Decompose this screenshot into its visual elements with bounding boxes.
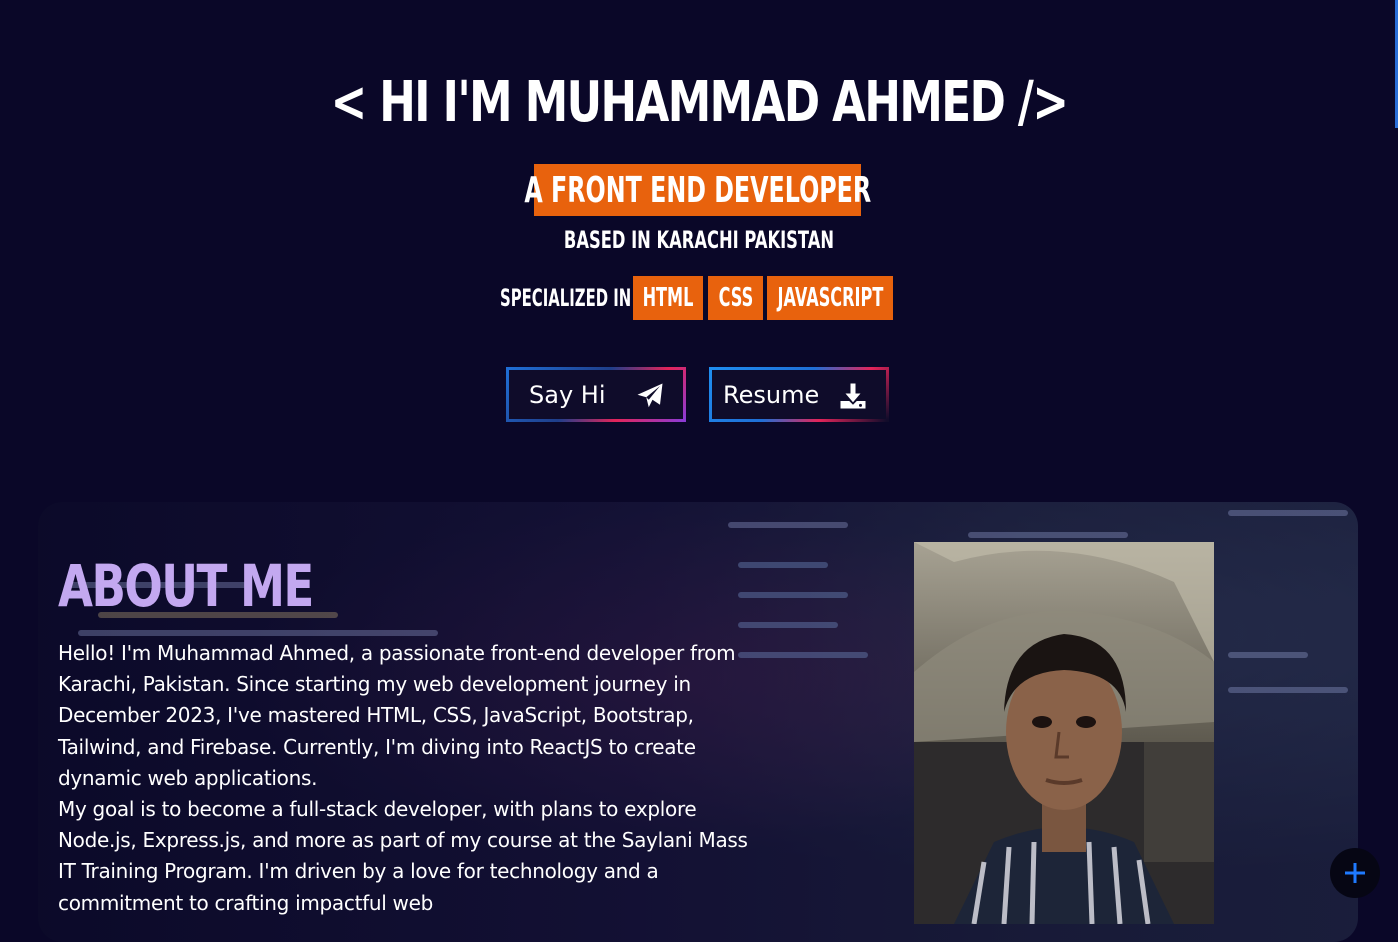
plus-icon	[1345, 863, 1365, 883]
role-badge: A FRONT END DEVELOPER	[524, 164, 871, 216]
say-hi-label: Say Hi	[529, 380, 606, 409]
download-icon	[840, 383, 866, 409]
resume-button[interactable]: Resume	[709, 367, 889, 422]
profile-photo	[914, 542, 1214, 924]
say-hi-button[interactable]: Say Hi	[506, 367, 686, 422]
background-code-line	[738, 622, 838, 628]
background-code-line	[738, 562, 828, 568]
hero-title: < HI I'M MUHAMMAD AHMED />	[330, 70, 1069, 135]
background-code-line	[738, 592, 848, 598]
about-paragraph: My goal is to become a full-stack develo…	[58, 797, 748, 915]
skill-badge-html: HTML	[633, 276, 703, 320]
add-fab-button[interactable]	[1330, 848, 1380, 898]
profile-portrait-illustration	[914, 542, 1214, 924]
about-paragraph: Hello! I'm Muhammad Ahmed, a passionate …	[58, 641, 736, 790]
background-code-line	[1228, 687, 1348, 693]
location-text: BASED IN KARACHI PAKISTAN	[563, 226, 835, 254]
role-text: A FRONT END DEVELOPER	[524, 169, 871, 211]
background-code-line	[1228, 652, 1308, 658]
background-code-line	[1228, 510, 1348, 516]
specialized-label: SPECIALIZED IN	[500, 284, 632, 312]
background-code-line	[968, 532, 1128, 538]
about-description: Hello! I'm Muhammad Ahmed, a passionate …	[58, 638, 758, 919]
skill-badge-css: CSS	[708, 276, 763, 320]
about-title: ABOUT ME	[58, 552, 314, 620]
background-code-line	[728, 522, 848, 528]
skill-badge-javascript: JAVASCRIPT	[767, 276, 893, 320]
resume-label: Resume	[723, 380, 820, 409]
background-code-line	[78, 630, 438, 636]
paper-plane-icon	[637, 383, 663, 408]
